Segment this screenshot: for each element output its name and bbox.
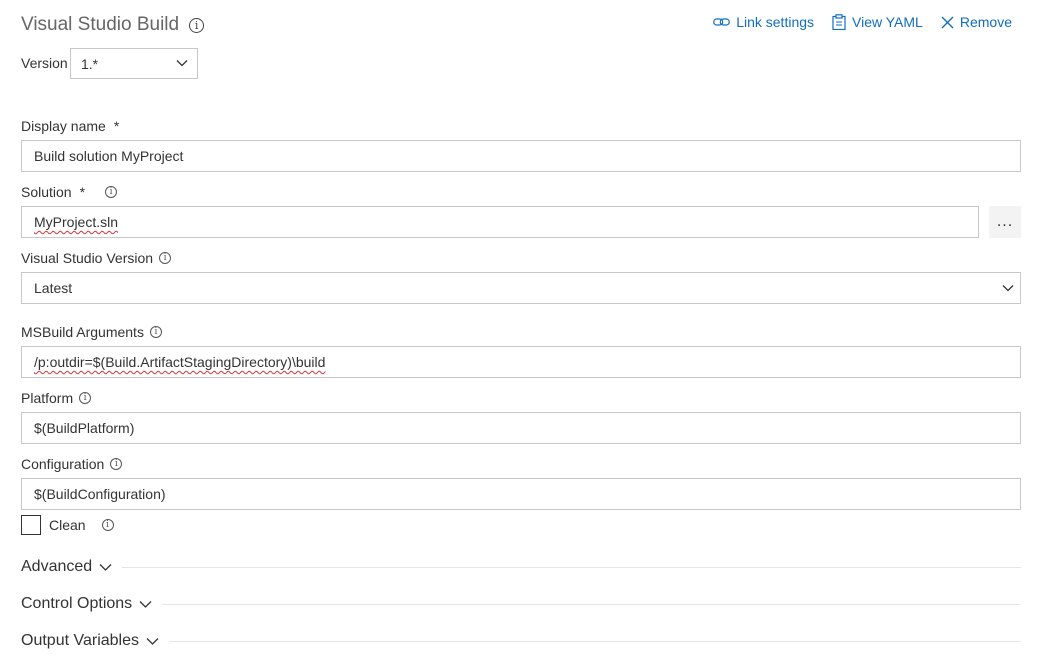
version-label: Version — [21, 55, 68, 71]
chevron-down-icon — [146, 637, 159, 646]
chevron-down-icon — [1002, 282, 1014, 294]
link-settings-button[interactable]: Link settings — [713, 14, 814, 30]
ellipsis-icon: ... — [996, 213, 1014, 230]
advanced-section: Advanced — [21, 558, 1021, 576]
clipboard-icon — [832, 14, 846, 30]
info-icon[interactable]: i — [110, 458, 123, 470]
msbuild-args-input[interactable]: /p:outdir=$(Build.ArtifactStagingDirecto… — [21, 346, 1021, 378]
section-divider — [162, 603, 1021, 605]
version-select[interactable]: 1.* — [70, 48, 198, 79]
clean-checkbox[interactable] — [21, 515, 41, 535]
msbuild-args-label-text: MSBuild Arguments — [21, 324, 144, 340]
output-variables-toggle[interactable]: Output Variables — [21, 632, 159, 650]
configuration-input[interactable]: $(BuildConfiguration) — [21, 478, 1021, 510]
section-divider — [169, 640, 1021, 642]
info-icon[interactable]: i — [189, 17, 205, 33]
display-name-value: Build solution MyProject — [34, 148, 184, 164]
platform-label: Platform i — [21, 390, 92, 406]
browse-solution-button[interactable]: ... — [989, 206, 1021, 238]
solution-value: MyProject.sln — [34, 214, 119, 230]
chevron-down-icon — [99, 563, 112, 572]
display-name-label-text: Display name — [21, 118, 106, 134]
close-icon — [941, 16, 954, 29]
vs-version-label-text: Visual Studio Version — [21, 250, 154, 266]
task-header: Visual Studio Build i — [21, 14, 205, 36]
page-title: Visual Studio Build — [21, 14, 180, 35]
solution-label-text: Solution — [21, 184, 72, 200]
version-label-text: Version — [21, 55, 68, 71]
solution-label: Solution * i — [21, 184, 118, 200]
info-icon[interactable]: i — [149, 326, 162, 338]
vs-version-value: Latest — [34, 280, 73, 296]
configuration-value: $(BuildConfiguration) — [34, 486, 166, 502]
clean-label: Clean — [49, 517, 86, 533]
control-options-section: Control Options — [21, 595, 1021, 613]
output-variables-label: Output Variables — [21, 632, 139, 649]
view-yaml-label: View YAML — [852, 14, 923, 30]
header-actions: Link settings View YAML Remove — [713, 14, 1012, 30]
control-options-label: Control Options — [21, 595, 133, 612]
configuration-label-text: Configuration — [21, 456, 105, 472]
chevron-down-icon — [139, 600, 152, 609]
remove-label: Remove — [959, 14, 1012, 30]
required-mark: * — [113, 118, 120, 134]
link-icon — [713, 16, 731, 28]
vs-version-select[interactable]: Latest — [21, 272, 1021, 304]
version-value: 1.* — [81, 55, 99, 72]
msbuild-args-label: MSBuild Arguments i — [21, 324, 162, 340]
configuration-label: Configuration i — [21, 456, 123, 472]
display-name-input[interactable]: Build solution MyProject — [21, 140, 1021, 172]
platform-input[interactable]: $(BuildPlatform) — [21, 412, 1021, 444]
msbuild-args-value: /p:outdir=$(Build.ArtifactStagingDirecto… — [34, 354, 326, 370]
info-icon[interactable]: i — [105, 186, 118, 198]
display-name-label: Display name * — [21, 118, 119, 134]
link-settings-label: Link settings — [736, 14, 815, 30]
platform-value: $(BuildPlatform) — [34, 420, 135, 436]
info-icon[interactable]: i — [159, 252, 172, 264]
remove-button[interactable]: Remove — [941, 14, 1012, 30]
info-icon[interactable]: i — [101, 519, 114, 531]
advanced-toggle[interactable]: Advanced — [21, 558, 112, 576]
control-options-toggle[interactable]: Control Options — [21, 595, 152, 613]
solution-input[interactable]: MyProject.sln — [21, 206, 979, 238]
platform-label-text: Platform — [21, 390, 74, 406]
advanced-label: Advanced — [21, 558, 93, 575]
info-icon[interactable]: i — [79, 392, 92, 404]
view-yaml-button[interactable]: View YAML — [832, 14, 923, 30]
required-mark: * — [79, 184, 86, 200]
section-divider — [122, 566, 1021, 568]
clean-option: Clean i — [21, 515, 114, 535]
output-variables-section: Output Variables — [21, 632, 1021, 650]
vs-version-label: Visual Studio Version i — [21, 250, 172, 266]
chevron-down-icon — [176, 57, 188, 69]
